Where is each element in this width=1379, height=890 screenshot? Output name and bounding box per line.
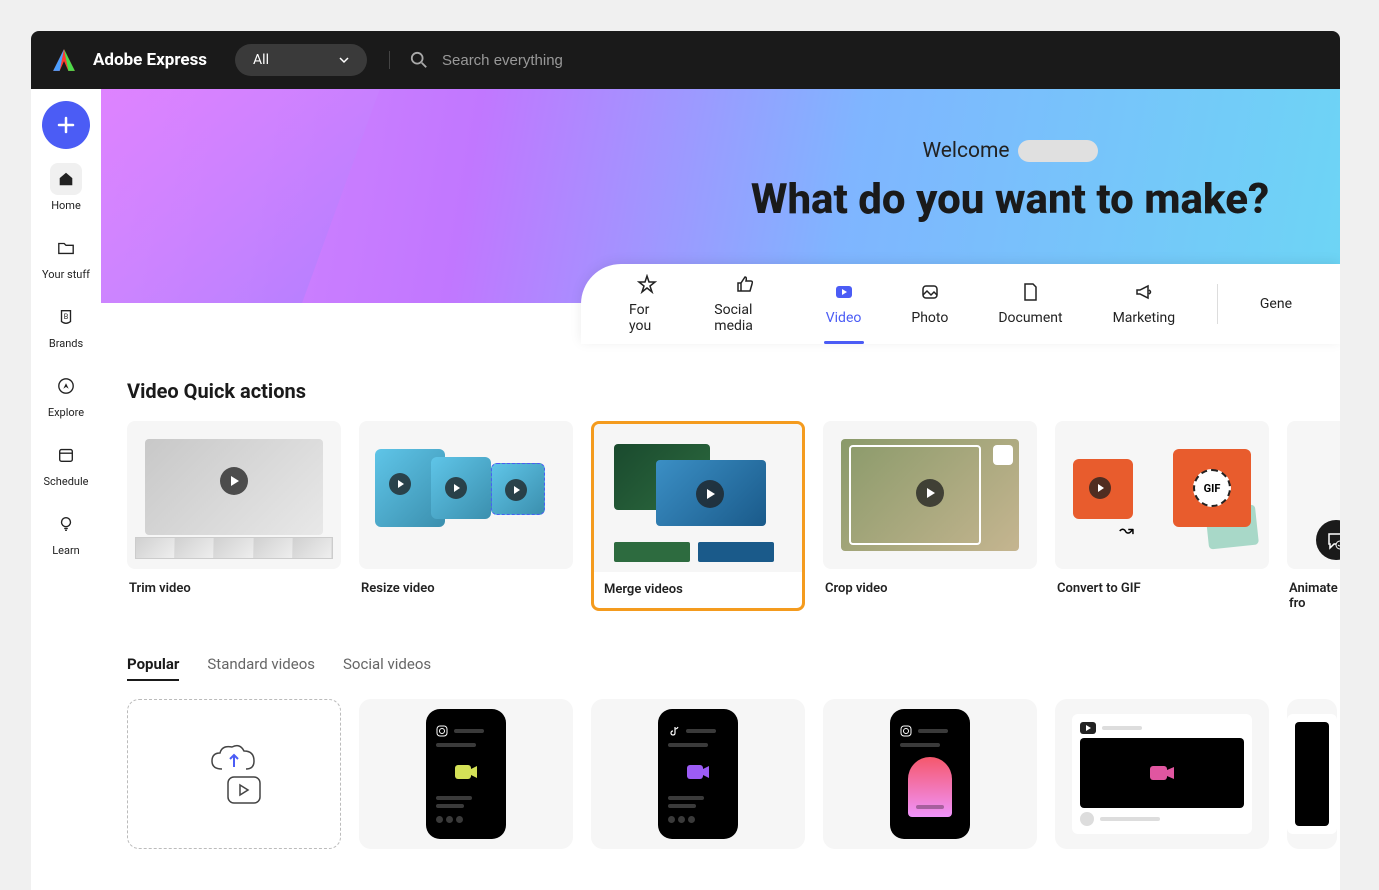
qa-label: Convert to GIF [1055, 581, 1269, 596]
template-tab-social[interactable]: Social videos [343, 655, 431, 681]
welcome-line: Welcome [700, 139, 1320, 163]
chevron-down-icon [339, 55, 349, 65]
play-doc-icon [224, 773, 264, 807]
create-button[interactable] [42, 101, 90, 149]
sidebar-item-label: Your stuff [42, 268, 90, 281]
play-icon [834, 282, 854, 302]
quick-action-merge-videos[interactable]: Merge videos [591, 421, 805, 611]
sidebar-item-explore[interactable]: Explore [31, 364, 101, 425]
quick-actions-row: Trim video Resize video [127, 421, 1314, 611]
content-area: Video Quick actions Trim video [101, 303, 1340, 869]
tab-label: Video [826, 310, 862, 326]
search-input[interactable] [442, 52, 742, 69]
instagram-icon [436, 725, 448, 737]
chat-icon [1326, 530, 1340, 550]
welcome-text: Welcome [922, 139, 1009, 163]
sidebar-item-brands[interactable]: B Brands [31, 295, 101, 356]
template-upload[interactable] [127, 699, 341, 849]
tab-generate[interactable]: Gene [1252, 292, 1300, 316]
star-icon [637, 274, 657, 294]
compass-icon [57, 377, 75, 395]
app-name: Adobe Express [93, 50, 207, 70]
sidebar-item-label: Learn [52, 544, 80, 557]
username-redacted [1018, 140, 1098, 162]
tab-label: Photo [911, 310, 948, 326]
quick-action-convert-to-gif[interactable]: GIF ↝ Convert to GIF [1055, 421, 1269, 611]
svg-text:B: B [64, 312, 69, 321]
sidebar-item-learn[interactable]: Learn [31, 502, 101, 563]
document-icon [1020, 282, 1040, 302]
template-instagram-reel[interactable] [359, 699, 573, 849]
photo-icon [920, 282, 940, 302]
youtube-icon [1080, 722, 1096, 734]
sidebar-item-schedule[interactable]: Schedule [31, 433, 101, 494]
tab-social-media[interactable]: Social media [706, 270, 783, 338]
body: Home Your stuff B Brands Explore Schedul… [31, 89, 1340, 890]
brand-icon: B [57, 308, 75, 326]
app-window: Adobe Express All Home Your stuff B [31, 31, 1340, 890]
bulb-icon [57, 515, 75, 533]
video-camera-icon [455, 763, 477, 781]
qa-label: Merge videos [594, 572, 802, 605]
tab-for-you[interactable]: For you [621, 270, 672, 338]
templates-row [127, 699, 1314, 849]
quick-action-trim-video[interactable]: Trim video [127, 421, 341, 611]
home-icon [57, 170, 75, 188]
sidebar: Home Your stuff B Brands Explore Schedul… [31, 89, 101, 890]
template-tab-standard[interactable]: Standard videos [207, 655, 315, 681]
template-youtube-video[interactable] [1055, 699, 1269, 849]
header-bar: Adobe Express All [31, 31, 1340, 89]
category-tabs: For you Social media Video Photo Documen… [581, 264, 1340, 344]
search-filter-dropdown[interactable]: All [235, 44, 367, 76]
qa-label: Crop video [823, 581, 1037, 596]
tab-label: Document [998, 310, 1062, 326]
tab-label: For you [629, 302, 664, 334]
qa-label: Animate fro [1287, 581, 1340, 611]
megaphone-icon [1134, 282, 1154, 302]
qa-label: Trim video [127, 581, 341, 596]
video-camera-icon [1150, 764, 1174, 782]
folder-icon [57, 239, 75, 257]
search-container[interactable] [389, 51, 1320, 69]
tiktok-icon [668, 725, 680, 737]
template-tabs: Popular Standard videos Social videos [127, 655, 1314, 681]
search-icon [410, 51, 428, 69]
sidebar-item-label: Brands [49, 337, 83, 350]
quick-action-crop-video[interactable]: Crop video [823, 421, 1037, 611]
sidebar-item-home[interactable]: Home [31, 157, 101, 218]
gif-badge: GIF [1193, 469, 1231, 507]
instagram-icon [900, 725, 912, 737]
quick-action-animate[interactable]: Animate fro [1287, 421, 1340, 611]
adobe-logo-icon [51, 47, 77, 73]
qa-label: Resize video [359, 581, 573, 596]
tab-video[interactable]: Video [818, 278, 870, 330]
sidebar-item-label: Home [51, 199, 81, 212]
template-instagram-story[interactable] [823, 699, 1037, 849]
template-more[interactable] [1287, 699, 1337, 849]
filter-selected-label: All [253, 52, 269, 68]
section-title-quick-actions: Video Quick actions [127, 379, 1314, 403]
plus-icon [56, 115, 76, 135]
tab-photo[interactable]: Photo [903, 278, 956, 330]
tab-document[interactable]: Document [990, 278, 1070, 330]
sidebar-item-label: Schedule [44, 475, 89, 488]
thumbsup-icon [735, 274, 755, 294]
sidebar-item-label: Explore [48, 406, 84, 419]
calendar-icon [57, 446, 75, 464]
tab-marketing[interactable]: Marketing [1105, 278, 1184, 330]
tab-label: Marketing [1113, 310, 1176, 326]
sidebar-item-your-stuff[interactable]: Your stuff [31, 226, 101, 287]
template-tiktok-video[interactable] [591, 699, 805, 849]
tab-label: Social media [714, 302, 775, 334]
arrow-icon: ↝ [1119, 520, 1134, 541]
main-content: Welcome What do you want to make? For yo… [101, 89, 1340, 890]
hero-title: What do you want to make? [700, 175, 1320, 224]
template-tab-popular[interactable]: Popular [127, 655, 179, 681]
video-camera-icon [687, 763, 709, 781]
quick-action-resize-video[interactable]: Resize video [359, 421, 573, 611]
tab-label: Gene [1260, 296, 1292, 312]
